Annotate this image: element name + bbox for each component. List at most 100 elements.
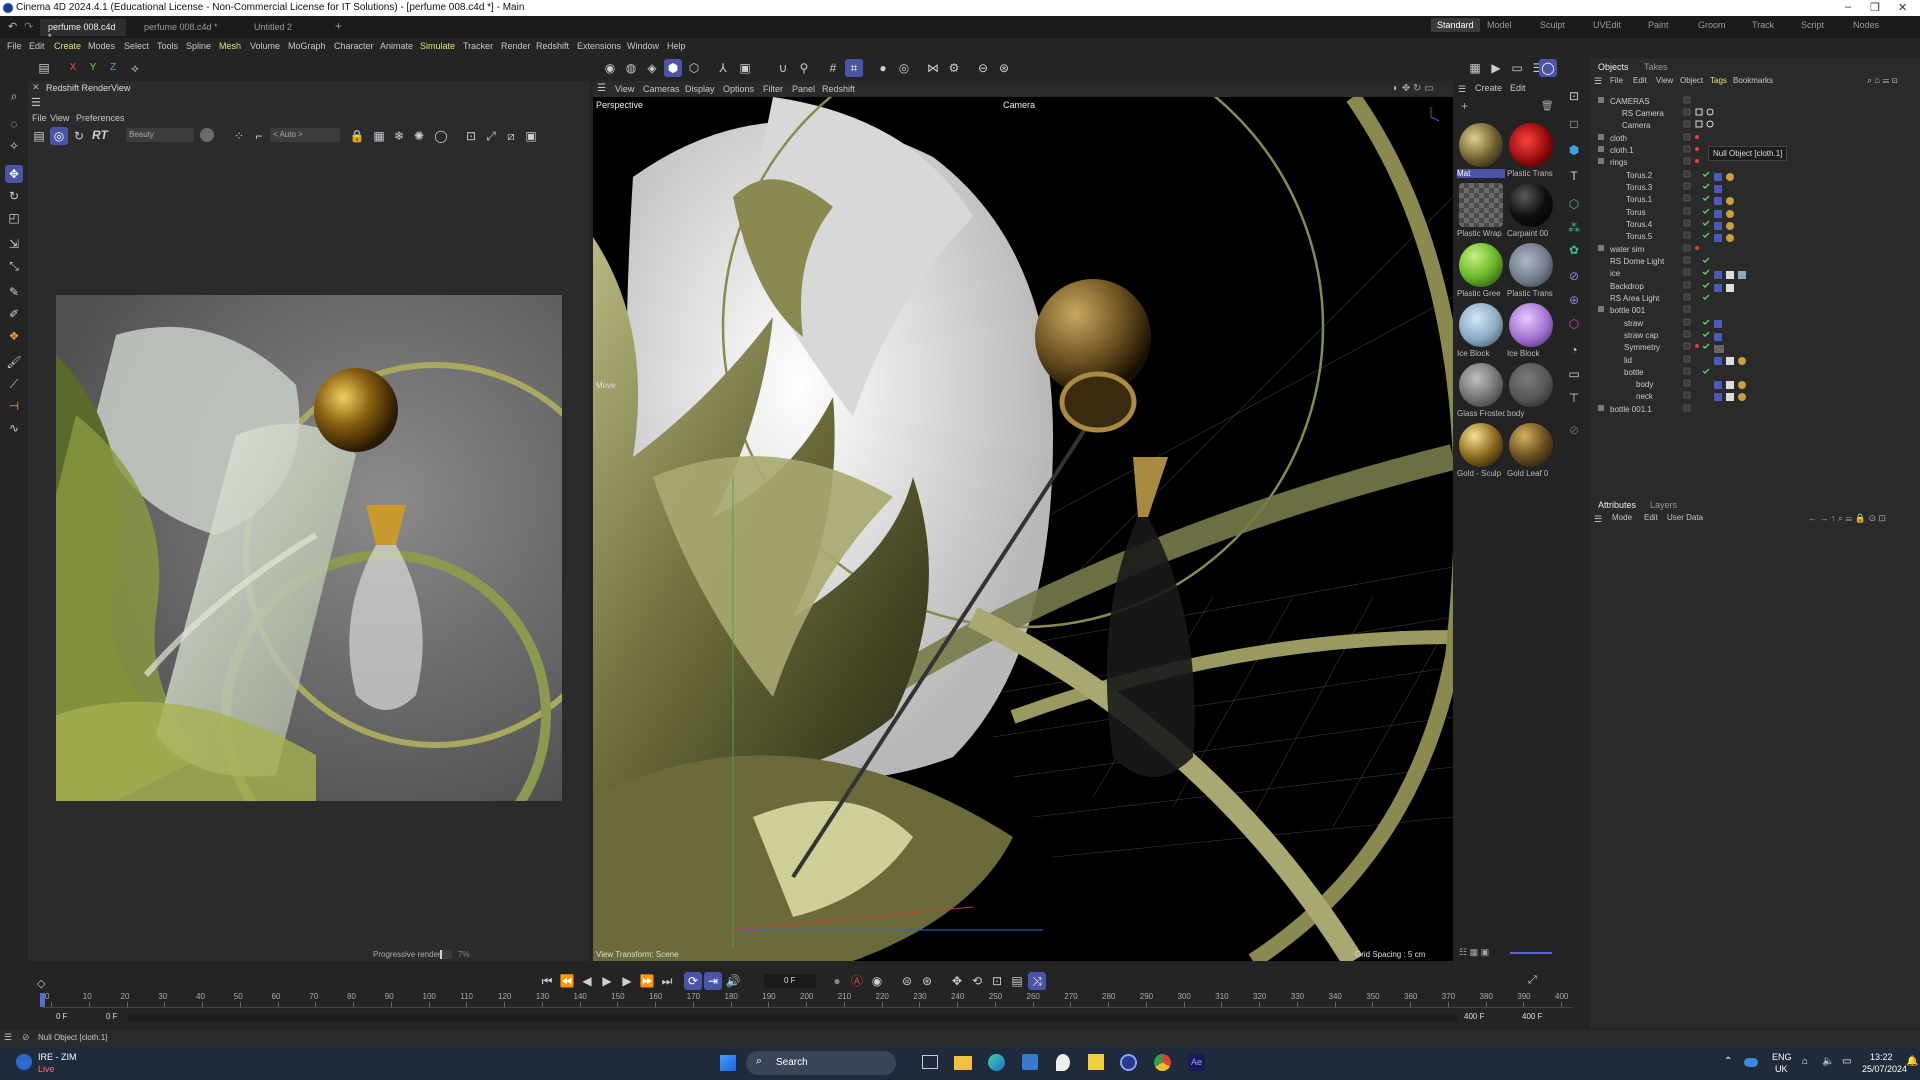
new-tab-button[interactable]: +	[327, 19, 350, 36]
attr-menu-user-data[interactable]: User Data	[1667, 513, 1703, 522]
bokeh-icon[interactable]: ✺	[410, 127, 428, 145]
close-button[interactable]: ✕	[1898, 1, 1907, 14]
mat-delete-icon[interactable]: 🗑	[1541, 101, 1554, 112]
tweak-mode-icon[interactable]: ▣	[736, 59, 754, 77]
tag-icon[interactable]: ⊘	[1565, 421, 1583, 439]
save-image-icon[interactable]: ▤	[30, 127, 48, 145]
viewport-perspective-label[interactable]: Perspective	[596, 100, 643, 110]
material-ice-block[interactable]: Ice Block	[1456, 301, 1506, 361]
snowflake-icon[interactable]: ❄	[390, 127, 408, 145]
layout-standard[interactable]: Standard	[1431, 18, 1480, 32]
effector-icon[interactable]: ✿	[1565, 241, 1583, 259]
om-hamburger-icon[interactable]: ☰	[1594, 76, 1602, 87]
shield-icon[interactable]: ⊛	[995, 59, 1013, 77]
compare-icon[interactable]: ⧄	[502, 127, 520, 145]
menu-help[interactable]: Help	[667, 41, 686, 51]
store-icon[interactable]	[1022, 1054, 1038, 1070]
measure-icon[interactable]: ⊣	[5, 397, 23, 415]
onedrive-icon[interactable]	[1744, 1058, 1758, 1067]
maps-icon[interactable]	[1056, 1054, 1070, 1071]
material-ice-block-2[interactable]: Ice Block	[1506, 301, 1556, 361]
next-frame-icon[interactable]: ▶	[618, 972, 636, 990]
coordinate-system-icon[interactable]: ⟡	[126, 59, 144, 77]
menu-redshift[interactable]: Redshift	[536, 41, 569, 51]
menu-tracker[interactable]: Tracker	[463, 41, 493, 51]
menu-character[interactable]: Character	[334, 41, 374, 51]
model-mode-icon[interactable]: ◉	[601, 59, 619, 77]
material-size-slider[interactable]	[1510, 952, 1552, 954]
menu-modes[interactable]: Modes	[88, 41, 115, 51]
axis-x-button[interactable]: X	[64, 59, 82, 77]
next-key-icon[interactable]: ⏩	[638, 972, 656, 990]
text-object-icon[interactable]: T	[1565, 167, 1583, 185]
interpolation-icon[interactable]: ⤨	[1028, 972, 1046, 990]
extrude-icon[interactable]: ❖	[5, 327, 23, 345]
start-frame-field-a[interactable]: 0 F	[56, 1012, 68, 1021]
spline-object-icon[interactable]: □	[1565, 115, 1583, 133]
language-top[interactable]: ENG	[1772, 1052, 1792, 1062]
current-frame-field[interactable]: 0 F	[764, 974, 816, 988]
axis-tool-icon[interactable]: ⤡	[5, 257, 23, 275]
render-view-icon[interactable]: ▶	[1487, 59, 1505, 77]
color-ball-icon[interactable]	[200, 128, 214, 142]
end-frame-field-b[interactable]: 400 F	[1522, 1012, 1542, 1021]
end-frame-field-a[interactable]: 400 F	[1464, 1012, 1484, 1021]
scene-icon[interactable]: ◔	[1565, 341, 1583, 359]
weather-top-text[interactable]: IRE - ZIM	[38, 1052, 77, 1062]
weather-icon[interactable]	[16, 1054, 32, 1070]
rv-menu-view[interactable]: View	[50, 113, 69, 123]
menu-render[interactable]: Render	[501, 41, 531, 51]
uv-mode-icon[interactable]: ⬡	[685, 59, 703, 77]
fcurve-icon[interactable]: ⤢	[1528, 974, 1537, 987]
refresh-icon[interactable]: ↻	[70, 127, 88, 145]
rv-menu-file[interactable]: File	[32, 113, 47, 123]
attr-nav-icons[interactable]: ← → ↑ ⌕ ☰ 🔒 ⊙ ⊡	[1808, 513, 1886, 524]
null-object-icon[interactable]: ⊡	[1565, 87, 1583, 105]
vp-menu-filter[interactable]: Filter	[763, 84, 783, 94]
attr-hamburger-icon[interactable]: ☰	[1594, 514, 1602, 525]
network-icon[interactable]: ⌂	[1802, 1056, 1808, 1067]
material-body[interactable]: body	[1506, 361, 1556, 421]
key-pos-icon[interactable]: ⊜	[898, 972, 916, 990]
camera-object-icon[interactable]: ▭	[1565, 365, 1583, 383]
light-object-icon[interactable]: ⊤	[1565, 389, 1583, 407]
point-mode-icon[interactable]: ◍	[622, 59, 640, 77]
render-start-icon[interactable]: ◎	[50, 127, 68, 145]
om-menu-bookmarks[interactable]: Bookmarks	[1733, 76, 1773, 85]
magnet-icon[interactable]: ∪	[774, 59, 792, 77]
edge-icon[interactable]	[988, 1054, 1005, 1071]
document-icon[interactable]: ▤	[35, 59, 53, 77]
material-gold-leaf[interactable]: Gold Leaf 0	[1506, 421, 1556, 481]
crop-icon[interactable]: ⌐	[250, 127, 268, 145]
viewport-nav-icons[interactable]: ◐ ✥ ↻ ▭	[1393, 83, 1434, 94]
redo-icon[interactable]: ↷	[24, 20, 33, 33]
live-selection-icon[interactable]: ◌	[5, 115, 23, 133]
menu-simulate[interactable]: Simulate	[420, 41, 455, 51]
cube-object-icon[interactable]: ⬢	[1565, 141, 1583, 159]
minimize-button[interactable]: –	[1845, 1, 1851, 13]
material-gold-sculpt[interactable]: Gold - Sculp	[1456, 421, 1506, 481]
key-scale-icon[interactable]: ✥	[948, 972, 966, 990]
om-menu-view[interactable]: View	[1656, 76, 1673, 85]
timeline-ruler[interactable]: 0 10 20 30 40 50 60 70 80 90 100 110 120 130 140 150 160…	[43, 990, 1573, 1008]
spline-pen-icon[interactable]: ✎	[5, 283, 23, 301]
start-frame-field-b[interactable]: 0 F	[106, 1012, 118, 1021]
layout-nodes[interactable]: Nodes	[1853, 20, 1879, 30]
rotate-tool-icon[interactable]: ↻	[5, 187, 23, 205]
vp-menu-redshift[interactable]: Redshift	[822, 84, 855, 94]
material-plastic-trans-2[interactable]: Plastic Trans	[1506, 241, 1556, 301]
key-pla-icon[interactable]: ⊡	[988, 972, 1006, 990]
cloner-icon[interactable]: ⁂	[1565, 219, 1583, 237]
objects-tab[interactable]: Objects	[1598, 62, 1629, 72]
grid-snap-icon[interactable]: #	[824, 59, 842, 77]
search-icon[interactable]: ⌕	[5, 87, 23, 105]
playhead[interactable]	[40, 993, 45, 1007]
viewport-hamburger-icon[interactable]: ☰	[597, 83, 606, 94]
axis-z-button[interactable]: Z	[104, 59, 122, 77]
menu-animate[interactable]: Animate	[380, 41, 413, 51]
material-hamburger-icon[interactable]: ☰	[1458, 84, 1466, 95]
selection-tools-icon[interactable]: ✧	[5, 137, 23, 155]
material-carpaint[interactable]: Carpaint 00	[1506, 181, 1556, 241]
render-region-icon[interactable]: ◎	[895, 59, 913, 77]
layout-paint[interactable]: Paint	[1648, 20, 1669, 30]
